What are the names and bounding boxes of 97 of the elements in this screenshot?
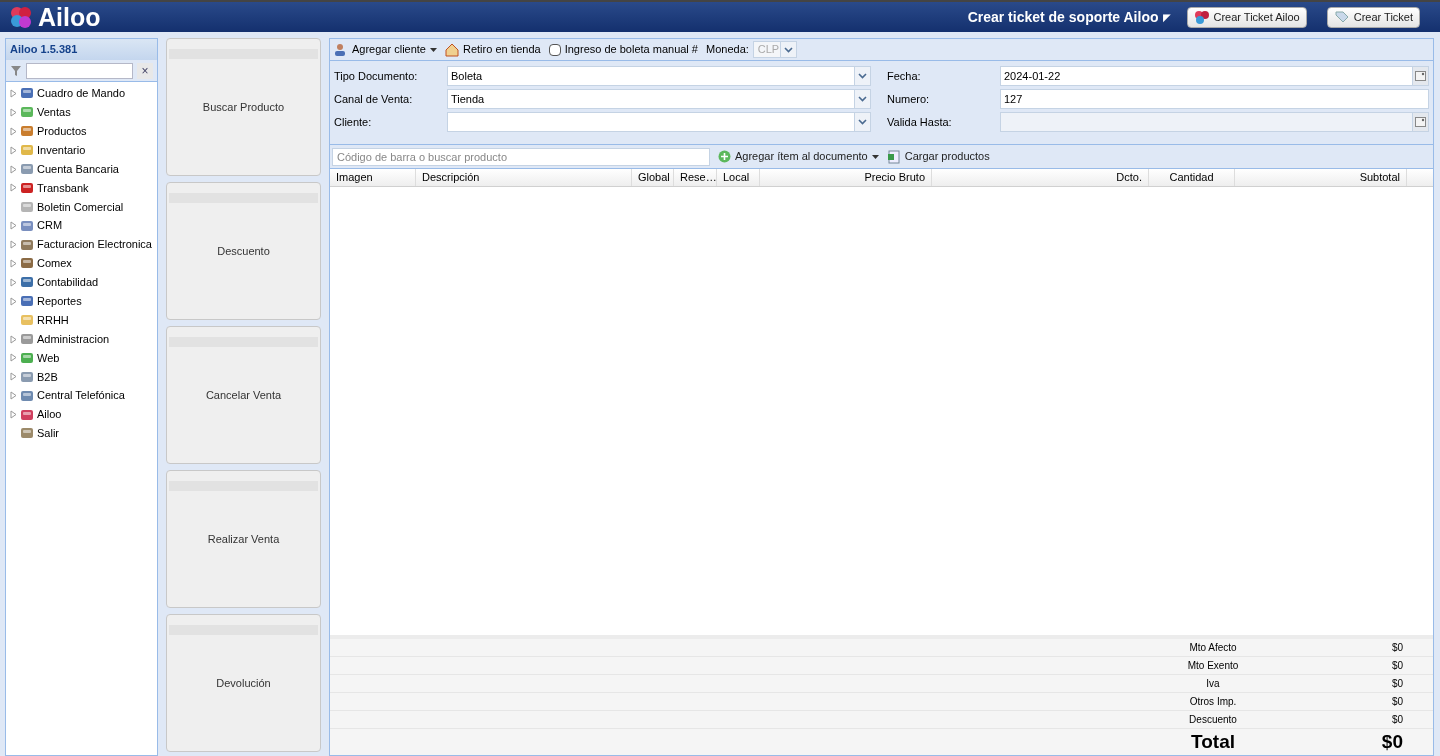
- total-value: $0: [1390, 659, 1404, 673]
- filter-icon: [10, 64, 22, 77]
- create-ticket-button[interactable]: Crear Ticket Ailoo: [1186, 6, 1307, 28]
- field-label: Canal de Venta:: [334, 91, 414, 107]
- field-label: Tipo Documento:: [334, 68, 419, 84]
- nav-item[interactable]: Salir: [6, 424, 157, 443]
- input-field[interactable]: 127: [1000, 89, 1429, 109]
- nav-item[interactable]: Ventas: [6, 102, 157, 122]
- total-label: Mto Afecto: [1188, 641, 1238, 655]
- nav-item[interactable]: Cuadro de Mando: [6, 84, 157, 103]
- select-field[interactable]: Boleta: [447, 66, 871, 86]
- expand-icon[interactable]: [10, 183, 17, 193]
- nav-item[interactable]: Productos: [6, 121, 157, 141]
- logo-text: Ailoo: [38, 4, 101, 30]
- nav-item[interactable]: Administracion: [6, 329, 157, 349]
- house-icon: [445, 42, 459, 57]
- select-field[interactable]: Tienda: [447, 89, 871, 109]
- action-button[interactable]: Cancelar Venta: [166, 326, 321, 464]
- expand-icon[interactable]: [10, 240, 17, 250]
- caret-icon: [871, 154, 879, 159]
- manual-receipt-checkbox[interactable]: [548, 43, 561, 56]
- nav-item[interactable]: Boletin Comercial: [6, 197, 157, 217]
- nav-item[interactable]: Inventario: [6, 140, 157, 160]
- column-header[interactable]: Rese…: [674, 169, 717, 186]
- action-button[interactable]: Realizar Venta: [166, 470, 321, 608]
- total-value: $0: [1390, 713, 1404, 727]
- total-value: $0: [1390, 641, 1404, 655]
- total-label: Iva: [1205, 677, 1221, 691]
- total-label: Descuento: [1188, 713, 1238, 727]
- currency-label: Moneda:: [706, 42, 749, 58]
- expand-icon[interactable]: [10, 221, 17, 231]
- person-icon: [334, 42, 348, 57]
- spreadsheet-icon: [886, 149, 901, 164]
- nav-item[interactable]: Reportes: [6, 291, 157, 311]
- column-header[interactable]: Local: [717, 169, 760, 186]
- expand-icon[interactable]: [10, 107, 17, 117]
- caret-icon: [430, 47, 437, 52]
- nav-item[interactable]: Facturacion Electronica: [6, 235, 157, 254]
- grand-total-value: $0: [1380, 729, 1404, 754]
- field-label: Numero:: [887, 91, 931, 107]
- add-item-button[interactable]: Agregar ítem al documento: [718, 148, 879, 165]
- create-ticket-button[interactable]: Crear Ticket: [1326, 6, 1420, 28]
- field-label: Valida Hasta:: [887, 114, 953, 130]
- select-field[interactable]: [447, 112, 871, 132]
- total-label: Otros Imp.: [1188, 695, 1238, 709]
- nav-item[interactable]: B2B: [6, 367, 157, 387]
- date-field[interactable]: 2024-01-22: [1000, 66, 1429, 86]
- column-header[interactable]: Cantidad: [1149, 169, 1235, 186]
- nav-item[interactable]: Web: [6, 348, 157, 368]
- support-title: Crear ticket de soporte Ailoo: [967, 7, 1159, 27]
- expand-icon[interactable]: [10, 145, 17, 155]
- calendar-icon[interactable]: [1412, 67, 1428, 85]
- field-label: Cliente:: [334, 114, 373, 130]
- support-caret[interactable]: ◤: [1162, 9, 1171, 25]
- filter-field[interactable]: [26, 62, 133, 79]
- product-search-field[interactable]: Código de barra o buscar producto: [332, 147, 710, 166]
- nav-item[interactable]: Comex: [6, 254, 157, 273]
- plus-icon: [718, 150, 731, 163]
- sidebar-title: Ailoo 1.5.381: [6, 39, 157, 60]
- total-label: Mto Exento: [1186, 659, 1240, 673]
- expand-icon[interactable]: [10, 126, 17, 136]
- expand-icon[interactable]: [10, 372, 17, 382]
- add-client-button[interactable]: Agregar cliente: [334, 41, 437, 58]
- column-header[interactable]: Global: [632, 169, 674, 186]
- expand-icon[interactable]: [10, 277, 17, 287]
- nav-item[interactable]: Cuenta Bancaria: [6, 159, 157, 179]
- load-products-button[interactable]: Cargar productos: [886, 148, 990, 165]
- column-header[interactable]: Precio Bruto: [760, 169, 932, 186]
- field-label: Fecha:: [887, 68, 922, 84]
- column-header[interactable]: Imagen: [330, 169, 416, 186]
- expand-icon[interactable]: [10, 88, 17, 98]
- expand-icon[interactable]: [10, 410, 17, 420]
- expand-icon[interactable]: [10, 296, 17, 306]
- nav-item[interactable]: CRM: [6, 216, 157, 236]
- expand-icon[interactable]: [10, 353, 17, 363]
- action-button[interactable]: Descuento: [166, 182, 321, 320]
- total-value: $0: [1390, 677, 1404, 691]
- expand-icon[interactable]: [10, 334, 17, 344]
- nav-item[interactable]: Contabilidad: [6, 272, 157, 292]
- action-button[interactable]: Buscar Producto: [166, 38, 321, 176]
- total-value: $0: [1390, 695, 1404, 709]
- nav-item[interactable]: Transbank: [6, 178, 157, 198]
- action-button[interactable]: Devolución: [166, 614, 321, 752]
- store-pickup-button[interactable]: Retiro en tienda: [445, 41, 541, 58]
- nav-item[interactable]: Central Telefónica: [6, 386, 157, 406]
- column-header[interactable]: Subtotal: [1235, 169, 1407, 186]
- expand-icon[interactable]: [10, 164, 17, 174]
- expand-icon[interactable]: [10, 391, 17, 401]
- clear-filter-button[interactable]: ×: [137, 62, 153, 79]
- manual-receipt-label: Ingreso de boleta manual #: [564, 42, 698, 58]
- column-header[interactable]: Descripción: [416, 169, 632, 186]
- nav-item[interactable]: RRHH: [6, 310, 157, 330]
- logo-icon: [8, 4, 34, 30]
- column-header[interactable]: Dcto.: [932, 169, 1149, 186]
- expand-icon[interactable]: [10, 258, 17, 268]
- grand-total-label: Total: [1190, 729, 1236, 754]
- nav-item[interactable]: Ailoo: [6, 405, 157, 425]
